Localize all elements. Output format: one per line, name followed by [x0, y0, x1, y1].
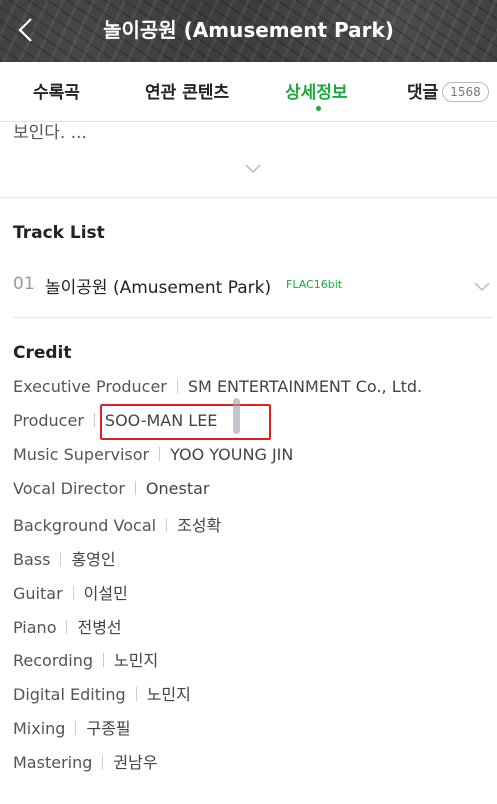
credit-role: Recording [13, 651, 94, 670]
chevron-left-icon [18, 18, 32, 42]
chevron-down-icon [245, 164, 261, 174]
album-description-fragment: 보인다. ... [13, 123, 87, 143]
credit-row: Mixing 구종필 [13, 715, 131, 739]
highlight-annotation-box [100, 404, 271, 440]
back-button[interactable] [8, 12, 44, 48]
credit-row: Vocal Director Onestar [13, 479, 209, 503]
comment-count-badge: 1568 [442, 82, 489, 102]
credit-separator [176, 379, 178, 393]
credit-name[interactable]: 이설민 [84, 584, 128, 603]
credit-role: Piano [13, 618, 57, 637]
credit-heading: Credit [13, 343, 72, 363]
tab-details[interactable]: 상세정보 [285, 78, 348, 103]
credit-row: Recording 노민지 [13, 647, 158, 671]
album-detail-page: 놀이공원 (Amusement Park) 수록곡 연관 콘텐츠 상세정보 댓글… [0, 0, 497, 804]
tab-bar: 수록곡 연관 콘텐츠 상세정보 댓글 1568 [0, 62, 497, 122]
credit-separator [75, 721, 77, 735]
track-title: 놀이공원 (Amusement Park) [45, 278, 272, 298]
credit-row: Background Vocal 조성확 [13, 512, 221, 536]
credit-name[interactable]: 노민지 [147, 685, 191, 704]
credit-role: Mixing [13, 719, 66, 738]
track-number: 01 [13, 274, 35, 294]
header-bar: 놀이공원 (Amusement Park) [0, 0, 497, 62]
credit-role: Bass [13, 550, 51, 569]
credit-separator [66, 620, 68, 634]
active-tab-indicator [316, 106, 321, 111]
credit-separator [103, 653, 105, 667]
credit-role: Background Vocal [13, 516, 157, 535]
credit-role: Vocal Director [13, 479, 125, 498]
track-expand-button[interactable] [473, 278, 491, 297]
chevron-down-icon [474, 282, 490, 292]
credit-role: Producer [13, 411, 84, 430]
credit-row: Executive Producer SM ENTERTAINMENT Co., … [13, 377, 422, 401]
credit-row: Mastering 권남우 [13, 749, 158, 773]
credit-name[interactable]: 전병선 [77, 618, 121, 637]
track-quality-badge: FLAC16bit [286, 278, 343, 291]
credit-separator [166, 518, 168, 532]
credit-role: Music Supervisor [13, 445, 150, 464]
credit-name[interactable]: SM ENTERTAINMENT Co., Ltd. [188, 377, 422, 396]
credit-name[interactable]: 노민지 [114, 651, 158, 670]
credit-separator [93, 413, 95, 427]
credit-name[interactable]: 구종필 [86, 719, 130, 738]
credit-name[interactable]: YOO YOUNG JIN [170, 445, 293, 464]
section-divider [13, 317, 493, 318]
credit-separator [102, 755, 104, 769]
tab-tracks[interactable]: 수록곡 [33, 78, 80, 103]
track-row[interactable]: 01 놀이공원 (Amusement Park) FLAC16bit [13, 272, 493, 298]
section-divider [0, 197, 497, 198]
credit-name[interactable]: 권남우 [113, 753, 157, 772]
page-title: 놀이공원 (Amusement Park) [103, 18, 394, 42]
credit-name[interactable]: 홍영인 [71, 550, 115, 569]
credit-separator [135, 687, 137, 701]
tab-comments[interactable]: 댓글 1568 [407, 78, 489, 103]
credit-role: Guitar [13, 584, 63, 603]
credit-role: Mastering [13, 753, 93, 772]
expand-description-button[interactable] [244, 160, 262, 179]
tab-related-content[interactable]: 연관 콘텐츠 [145, 78, 229, 103]
credit-name[interactable]: Onestar [146, 479, 210, 498]
track-list-heading: Track List [13, 223, 105, 243]
credit-role: Executive Producer [13, 377, 167, 396]
credit-separator [72, 586, 74, 600]
credit-row: Guitar 이설민 [13, 580, 128, 604]
credit-role: Digital Editing [13, 685, 126, 704]
credit-name[interactable]: 조성확 [177, 516, 221, 535]
tab-comments-label: 댓글 [407, 83, 439, 103]
scrollbar-thumb[interactable] [233, 398, 240, 434]
credit-row: Piano 전병선 [13, 614, 122, 638]
credit-separator [159, 447, 161, 461]
credit-row: Bass 홍영인 [13, 546, 116, 570]
credit-separator [60, 552, 62, 566]
credit-row: Music Supervisor YOO YOUNG JIN [13, 445, 293, 469]
credit-separator [134, 481, 136, 495]
credit-row: Digital Editing 노민지 [13, 681, 191, 705]
